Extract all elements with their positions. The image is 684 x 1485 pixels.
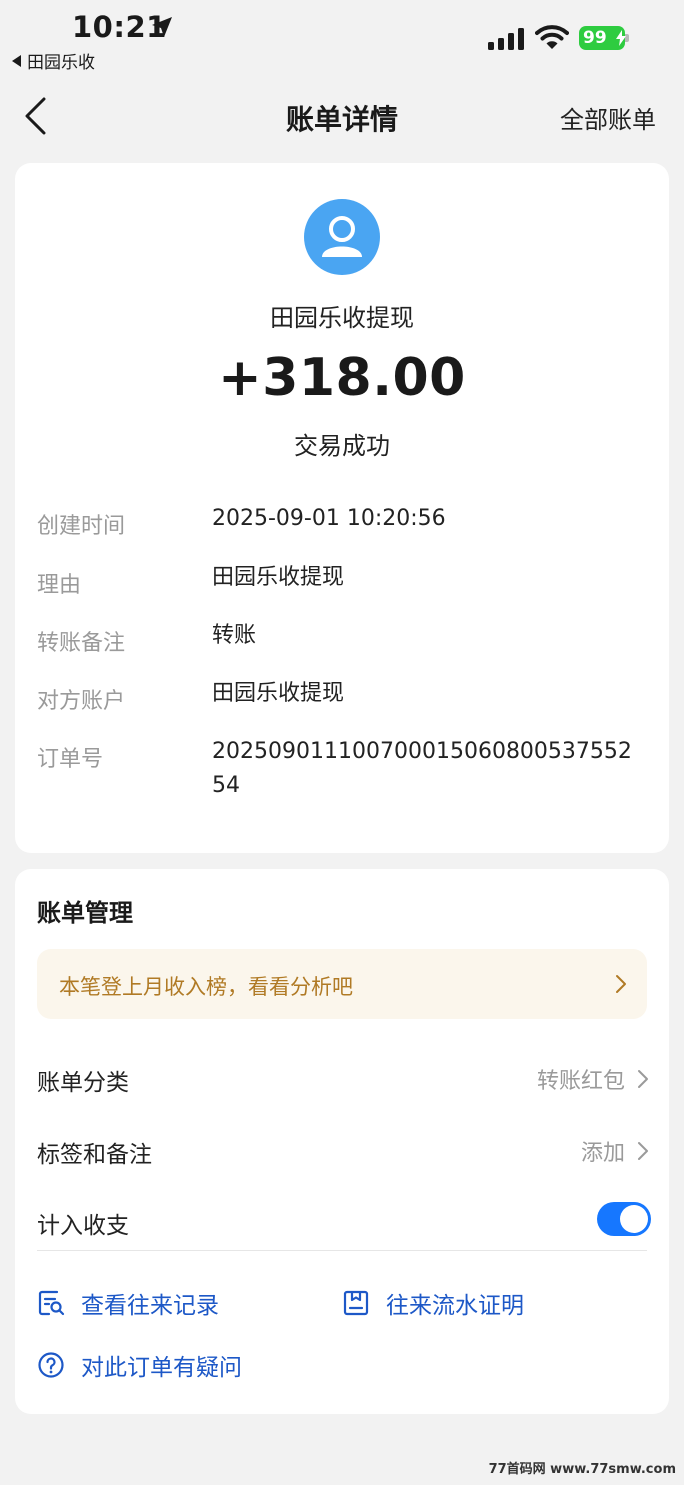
detail-label: 理由 (37, 573, 82, 598)
back-to-app-link[interactable]: 田园乐收 (12, 48, 95, 73)
order-question-button[interactable]: 对此订单有疑问 (37, 1348, 242, 1382)
detail-value: 转账 (212, 623, 257, 648)
status-bar: 10:21 田园乐收 99 (0, 0, 684, 80)
page: 10:21 田园乐收 99 账单详情 全部账单 田园乐收提现 +318.00 交… (0, 0, 684, 1485)
back-app-label: 田园乐收 (27, 53, 95, 73)
chevron-right-icon (638, 1070, 648, 1088)
action-label: 查看往来记录 (81, 1293, 219, 1319)
back-triangle-icon (12, 54, 21, 67)
question-circle-icon (38, 1352, 64, 1378)
wifi-icon (535, 25, 569, 49)
action-label: 对此订单有疑问 (81, 1355, 242, 1381)
signal-icon (488, 28, 524, 50)
section-title: 账单管理 (37, 899, 133, 927)
detail-value: 2025-09-01 10:20:56 (212, 506, 446, 531)
location-arrow-icon (152, 17, 172, 37)
include-toggle[interactable] (597, 1202, 651, 1236)
battery-indicator: 99 (579, 26, 629, 50)
order-number-value[interactable]: 20250901110070001506080053755254 (212, 735, 642, 803)
transaction-status: 交易成功 (294, 432, 390, 460)
detail-label: 转账备注 (37, 631, 126, 656)
detail-label: 创建时间 (37, 514, 126, 539)
watermark: 77首码网 www.77smw.com (488, 1462, 676, 1477)
chevron-right-icon (616, 975, 626, 993)
row-label: 账单分类 (37, 1070, 129, 1096)
detail-label: 订单号 (37, 747, 104, 772)
view-records-button[interactable]: 查看往来记录 (37, 1286, 219, 1320)
detail-value: 田园乐收提现 (212, 681, 345, 706)
action-label: 往来流水证明 (386, 1293, 524, 1319)
tags-notes-row[interactable]: 标签和备注 添加 (37, 1135, 651, 1175)
record-search-icon (38, 1290, 65, 1316)
statement-proof-button[interactable]: 往来流水证明 (342, 1286, 524, 1320)
user-avatar-icon (304, 199, 380, 275)
detail-value: 田园乐收提现 (212, 565, 345, 590)
detail-label: 对方账户 (37, 689, 126, 714)
all-bills-link[interactable]: 全部账单 (560, 100, 656, 135)
row-value: 转账红包 (536, 1069, 625, 1094)
row-value: 添加 (580, 1141, 625, 1166)
row-label: 计入收支 (37, 1213, 129, 1239)
divider (37, 1250, 647, 1251)
document-icon (343, 1290, 369, 1316)
bill-category-row[interactable]: 账单分类 转账红包 (37, 1063, 651, 1103)
toggle-knob (620, 1205, 648, 1233)
promo-text: 本笔登上月收入榜，看看分析吧 (59, 975, 353, 999)
payee-name: 田园乐收提现 (270, 304, 414, 332)
transaction-card: 田园乐收提现 +318.00 交易成功 创建时间 2025-09-01 10:2… (15, 163, 669, 853)
charging-bolt-icon (616, 30, 626, 46)
row-label: 标签和备注 (37, 1142, 152, 1168)
chevron-right-icon (638, 1142, 648, 1160)
include-income-expense-row: 计入收支 (37, 1202, 651, 1246)
nav-bar: 账单详情 全部账单 (0, 84, 684, 148)
income-rank-banner[interactable]: 本笔登上月收入榜，看看分析吧 (37, 949, 647, 1019)
transaction-amount: +318.00 (218, 348, 466, 408)
bill-management-card: 账单管理 本笔登上月收入榜，看看分析吧 账单分类 转账红包 标签和备注 添加 计… (15, 869, 669, 1414)
